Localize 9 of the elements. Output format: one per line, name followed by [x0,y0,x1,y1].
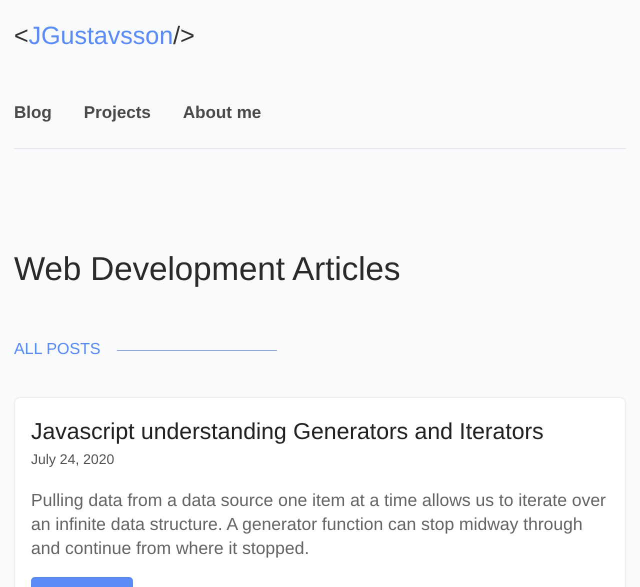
nav-link[interactable]: About me [182,100,262,126]
article-date: July 24, 2020 [31,450,114,469]
section-label: ALL POSTS [14,340,101,360]
article-title[interactable]: Javascript understanding Generators and Iterators [31,416,544,446]
page-heading: Web Development Articles [14,249,400,289]
site-logo[interactable]: <JGustavsson/> [14,18,195,56]
nav-link[interactable]: Projects [84,100,151,126]
article-excerpt: Pulling data from a data source one item at a time allows us to iterate over an infinite data structure. A generator function can stop midway through and continue from where it stopped. [31,489,607,560]
nav-link[interactable]: Blog [14,100,52,126]
